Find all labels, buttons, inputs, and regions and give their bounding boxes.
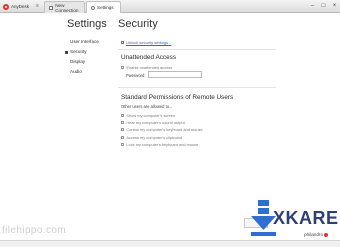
password-label: Password: [126, 73, 146, 78]
shield-icon [121, 41, 124, 44]
watermark: filehippo.com [2, 225, 67, 236]
unlock-security-link[interactable]: Unlock security settings... [121, 40, 171, 45]
checkbox[interactable] [121, 142, 125, 147]
xkare-logo: XKARE [251, 198, 340, 238]
permission-label: Hear my computer's sound output [126, 120, 185, 125]
checkbox[interactable] [121, 65, 125, 70]
permission-lock-input[interactable]: Lock my computer's keyboard and mouse [121, 142, 198, 147]
permission-control[interactable]: Control my computer's keyboard and mouse [121, 127, 203, 132]
permission-clipboard[interactable]: Access my computer's clipboard [121, 135, 182, 140]
page-title: Security [118, 18, 158, 30]
permission-sound[interactable]: Hear my computer's sound output [121, 120, 185, 125]
close-button[interactable]: × [331, 3, 338, 9]
permission-show-screen[interactable]: Show my computer's screen [121, 113, 175, 118]
app-name: AnyDesk [11, 4, 30, 9]
divider [118, 87, 276, 88]
checkbox[interactable] [121, 113, 125, 118]
unlock-label: Unlock security settings... [126, 40, 172, 45]
enable-unattended-checkbox[interactable]: Enable unattended access [121, 65, 172, 70]
permission-label: Show my computer's screen [126, 113, 176, 118]
minimize-button[interactable]: – [309, 3, 316, 9]
tab-label: New Connection [55, 2, 79, 13]
window-controls: – □ × [309, 0, 338, 12]
password-field[interactable] [148, 71, 202, 78]
permissions-subheading: Other users are allowed to... [121, 104, 173, 109]
nav-item-security[interactable]: Security [65, 47, 110, 57]
gear-icon [91, 5, 95, 10]
checkbox[interactable] [121, 135, 125, 140]
settings-heading: Settings [67, 18, 107, 30]
tab-new-connection[interactable]: New Connection [44, 1, 85, 13]
permission-label: Lock my computer's keyboard and mouse [126, 142, 199, 147]
permission-label: Control my computer's keyboard and mouse [126, 127, 203, 132]
permission-label: Access my computer's clipboard [126, 135, 183, 140]
nav-item-display[interactable]: Display [65, 57, 110, 67]
maximize-button[interactable]: □ [320, 3, 327, 9]
tab-label: Settings [97, 5, 114, 10]
checkbox-label: Enable unattended access [126, 65, 173, 70]
more-icon[interactable]: ≡ [35, 4, 40, 9]
settings-nav: User Interface Security Display Audio [65, 37, 110, 77]
monitor-icon [49, 5, 54, 10]
app-menu[interactable]: AnyDesk [1, 1, 32, 12]
checkbox[interactable] [121, 127, 125, 132]
nav-item-user-interface[interactable]: User Interface [65, 37, 110, 47]
nav-item-audio[interactable]: Audio [65, 67, 110, 77]
anydesk-logo-icon [3, 3, 9, 10]
unattended-heading: Unattended Access [121, 54, 177, 61]
logo-text: XKARE [273, 208, 339, 228]
permissions-heading: Standard Permissions of Remote Users [121, 94, 234, 101]
checkbox[interactable] [121, 120, 125, 125]
tab-settings[interactable]: Settings [86, 1, 121, 13]
title-bar: AnyDesk ≡ New Connection Settings – □ × [0, 0, 340, 13]
divider [118, 49, 276, 50]
status-bar [0, 240, 340, 247]
